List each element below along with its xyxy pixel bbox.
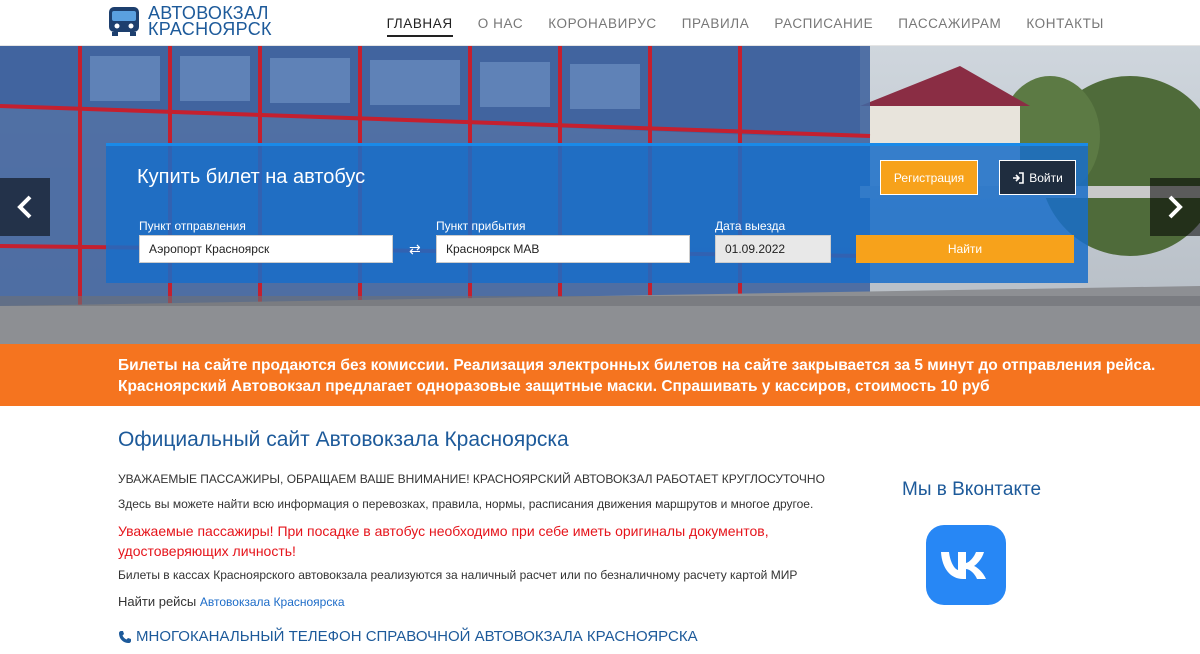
info-text: Здесь вы можете найти всю информация о п… [118,497,814,511]
notice-text: УВАЖАЕМЫЕ ПАССАЖИРЫ, ОБРАЩАЕМ ВАШЕ ВНИМА… [118,472,825,486]
page-title: Официальный сайт Автовокзала Красноярска [118,428,569,451]
nav-item-schedule[interactable]: РАСПИСАНИЕ [774,10,873,37]
date-label: Дата выезда [715,219,786,233]
departure-input[interactable]: Аэропорт Красноярск [139,235,393,263]
site-header: АВТОВОКЗАЛ КРАСНОЯРСК ГЛАВНАЯ О НАС КОРО… [0,0,1200,46]
nav-item-passengers[interactable]: ПАССАЖИРАМ [898,10,1001,37]
phone-heading-text: МНОГОКАНАЛЬНЫЙ ТЕЛЕФОН СПРАВОЧНОЙ АВТОВО… [136,628,698,645]
phone-icon [119,630,131,643]
nav-item-home[interactable]: ГЛАВНАЯ [386,10,453,37]
nav-item-rules[interactable]: ПРАВИЛА [682,10,750,37]
login-label: Войти [1029,170,1063,185]
find-button[interactable]: Найти [856,235,1074,263]
logo-line-2: КРАСНОЯРСК [148,19,272,39]
nav-item-contacts[interactable]: КОНТАКТЫ [1026,10,1104,37]
vk-link[interactable] [926,525,1006,605]
banner-line-2: Красноярский Автовокзал предлагает однор… [118,378,990,395]
banner-line-1: Билеты на сайте продаются без комиссии. … [118,357,1156,374]
login-icon [1013,171,1025,184]
slider-next-button[interactable] [1150,178,1200,236]
ticket-booking-form: Купить билет на автобус Регистрация Войт… [106,143,1088,283]
slider-prev-button[interactable] [0,178,50,236]
register-button[interactable]: Регистрация [880,160,978,195]
main-nav: ГЛАВНАЯ О НАС КОРОНАВИРУС ПРАВИЛА РАСПИС… [362,0,1104,46]
hero-slider: Купить билет на автобус Регистрация Войт… [0,46,1200,344]
bus-logo-icon [106,4,142,38]
vk-title: Мы в Вконтакте [902,479,1042,500]
nav-item-coronavirus[interactable]: КОРОНАВИРУС [548,10,657,37]
find-trips-line: Найти рейсы Автовокзала Красноярска [118,594,345,609]
payment-text: Билеты в кассах Красноярского автовокзал… [118,568,798,582]
login-button[interactable]: Войти [999,160,1076,195]
date-input[interactable]: 01.09.2022 [715,235,831,263]
vk-icon [941,552,986,579]
warning-text: Уважаемые пассажиры! При посадке в автоб… [118,523,769,559]
info-banner: Билеты на сайте продаются без комиссии. … [0,344,1200,406]
booking-title: Купить билет на автобус [137,166,366,188]
arrival-input[interactable]: Красноярск МАВ [436,235,690,263]
phone-heading: МНОГОКАНАЛЬНЫЙ ТЕЛЕФОН СПРАВОЧНОЙ АВТОВО… [118,628,698,645]
swap-direction-button[interactable]: ⇄ [409,241,421,258]
arrival-label: Пункт прибытия [436,219,526,233]
departure-label: Пункт отправления [139,219,246,233]
site-logo[interactable]: АВТОВОКЗАЛ КРАСНОЯРСК [106,4,272,38]
find-trips-prefix: Найти рейсы [118,594,197,609]
chevron-right-icon [1168,195,1183,219]
find-trips-link[interactable]: Автовокзала Красноярска [200,595,345,609]
nav-item-about[interactable]: О НАС [478,10,523,37]
chevron-left-icon [17,195,32,219]
